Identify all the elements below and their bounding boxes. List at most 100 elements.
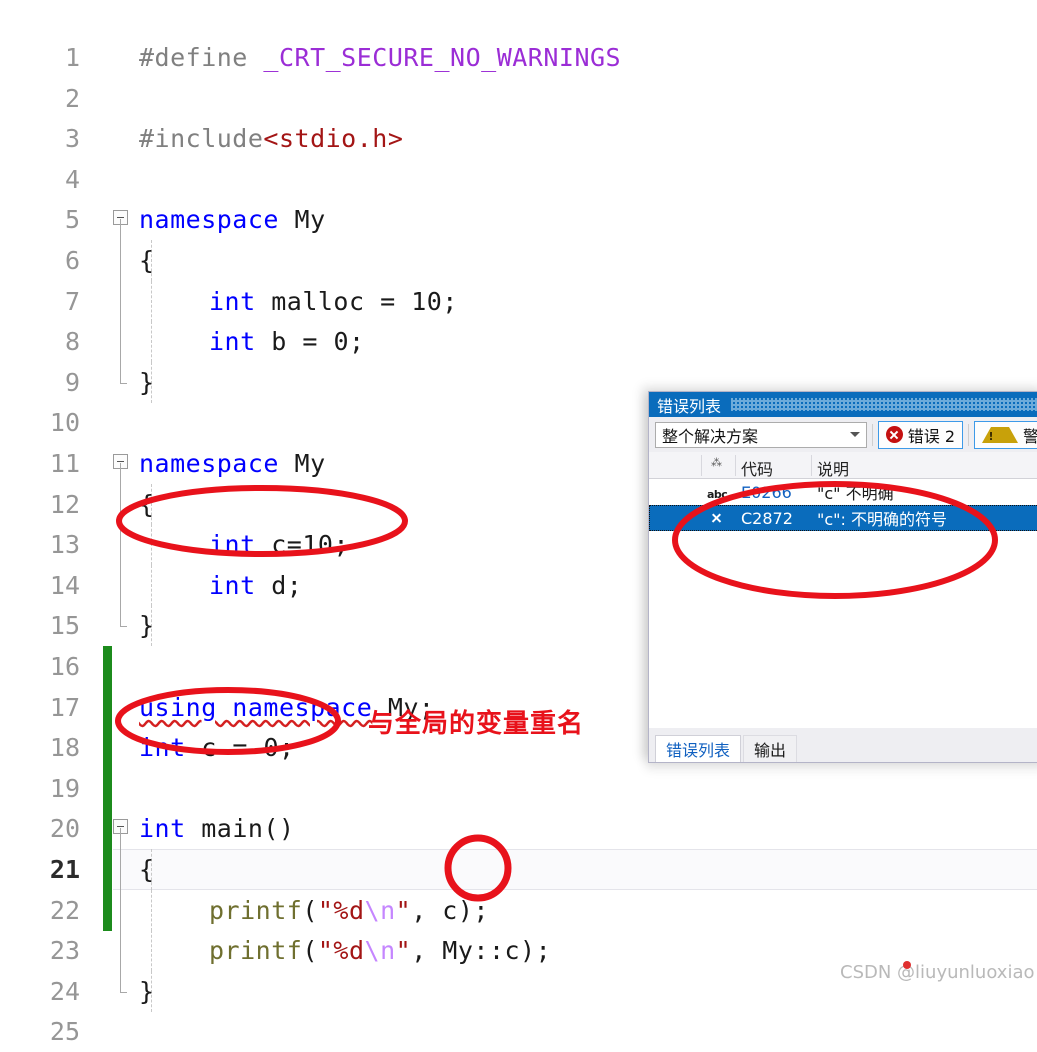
outline-column: [113, 524, 139, 566]
header-divider-3: [811, 455, 812, 476]
code-line[interactable]: 5 namespace My: [0, 199, 1037, 241]
error-code: E0266: [741, 482, 792, 502]
titlebar-grip[interactable]: [731, 398, 1037, 411]
code-line[interactable]: 2: [0, 78, 1037, 119]
indent-guide: [151, 889, 152, 931]
code-line[interactable]: 4: [0, 159, 1037, 200]
outline-column: [113, 402, 139, 443]
intellisense-abc-icon: abc: [707, 488, 728, 501]
code-token: My: [294, 449, 326, 478]
tab-error-list[interactable]: 错误列表: [655, 735, 742, 762]
code-line[interactable]: 20 int main(): [0, 808, 1037, 850]
outline-column: [113, 240, 139, 281]
error-list-title: 错误列表: [657, 396, 722, 416]
outline-column: [113, 321, 139, 363]
line-number: 4: [64, 164, 80, 194]
error-description: "c": 不明确的符号: [817, 510, 947, 529]
table-row[interactable]: C2872 "c": 不明确的符号: [649, 505, 1037, 531]
line-number: 11: [49, 449, 80, 478]
code-token: {: [139, 855, 155, 884]
outline-column: [113, 1011, 139, 1052]
line-number: 17: [49, 692, 80, 722]
error-list-panel[interactable]: 错误列表 整个解决方案 错误 2 警 ⁂ 代码 说明 abc: [648, 391, 1037, 763]
line-number: 12: [49, 489, 80, 519]
code-line[interactable]: 3 #include <stdio.h>: [0, 118, 1037, 159]
code-token: printf: [209, 936, 303, 966]
code-text: {: [139, 484, 155, 525]
scope-dropdown-label: 整个解决方案: [662, 426, 759, 446]
outline-vline: [120, 240, 121, 281]
code-line[interactable]: 21 {: [0, 849, 1037, 890]
error-filter-label: 错误 2: [907, 426, 956, 446]
column-header-sort-icon[interactable]: ⁂: [711, 456, 722, 469]
code-text: }: [139, 971, 155, 1012]
code-token: (: [302, 895, 318, 925]
code-token: }: [139, 611, 155, 641]
error-filter-button[interactable]: 错误 2: [877, 420, 964, 449]
line-number: 8: [64, 327, 80, 357]
outline-column: [113, 889, 139, 931]
code-token: c=: [271, 530, 303, 560]
code-line[interactable]: 7 int malloc = 10;: [0, 280, 1037, 322]
outline-column: [113, 78, 139, 119]
toolbar-divider: [871, 423, 873, 446]
code-token: "%d: [317, 936, 365, 966]
line-number: 25: [49, 1017, 80, 1047]
code-token: 10: [411, 286, 443, 316]
code-token: }: [139, 367, 155, 397]
code-token: ": [395, 895, 412, 925]
code-text: #include <stdio.h>: [139, 118, 403, 159]
code-token: (: [302, 936, 318, 966]
scope-dropdown[interactable]: 整个解决方案: [655, 421, 867, 448]
code-token: malloc =: [271, 286, 412, 316]
code-token: ;: [279, 733, 295, 763]
column-header-description[interactable]: 说明: [817, 456, 849, 480]
column-header-code[interactable]: 代码: [741, 456, 773, 480]
change-bar: [103, 727, 112, 769]
tab-output[interactable]: 输出: [743, 735, 798, 762]
outline-vline: [120, 280, 121, 322]
code-token: int: [139, 814, 202, 844]
outline-vline: [120, 970, 127, 993]
code-line[interactable]: 6{: [0, 240, 1037, 281]
change-bar: [103, 849, 112, 890]
code-line[interactable]: 25: [0, 1011, 1037, 1052]
outline-column: [113, 808, 139, 850]
code-token: #define: [139, 43, 264, 72]
outline-column: [113, 564, 139, 606]
code-token: namespace: [139, 449, 295, 478]
code-line[interactable]: 19: [0, 767, 1037, 809]
outline-vline: [120, 889, 121, 931]
code-token: int: [209, 327, 272, 357]
line-number: 10: [49, 408, 80, 438]
code-token: }: [139, 976, 155, 1006]
watermark-dot: [903, 961, 911, 969]
table-row[interactable]: abc E0266 "c" 不明确: [649, 479, 1037, 505]
warning-filter-button[interactable]: 警: [973, 420, 1037, 449]
code-line[interactable]: 1 #define _CRT_SECURE_NO_WARNINGS: [0, 37, 1037, 78]
outline-column: [113, 687, 139, 728]
outline-column: [113, 646, 139, 687]
code-token: ;: [349, 327, 365, 357]
code-token: int: [209, 286, 272, 316]
code-line[interactable]: 22 printf("%d \n ", c);: [0, 889, 1037, 931]
code-text: {: [139, 849, 155, 890]
error-description: "c" 不明确: [817, 484, 894, 503]
error-circle-icon: [885, 426, 903, 443]
change-bar: [103, 889, 112, 931]
outline-column: [113, 199, 139, 241]
code-token: {: [139, 246, 155, 275]
outline-vline: [120, 463, 121, 484]
change-bar: [103, 646, 112, 687]
line-number: 21: [49, 855, 80, 884]
line-number: 5: [64, 205, 80, 235]
code-text: int d;: [209, 565, 302, 606]
error-list-rows[interactable]: abc E0266 "c" 不明确 C2872 "c": 不明确的符号: [649, 479, 1037, 678]
code-line[interactable]: 8 int b = 0;: [0, 321, 1037, 363]
line-number: 1: [64, 43, 80, 72]
error-x-icon: [707, 509, 726, 528]
code-text: {: [139, 240, 155, 281]
code-token: 10: [302, 530, 334, 560]
code-token: , c);: [411, 895, 489, 925]
outline-vline: [120, 219, 121, 241]
